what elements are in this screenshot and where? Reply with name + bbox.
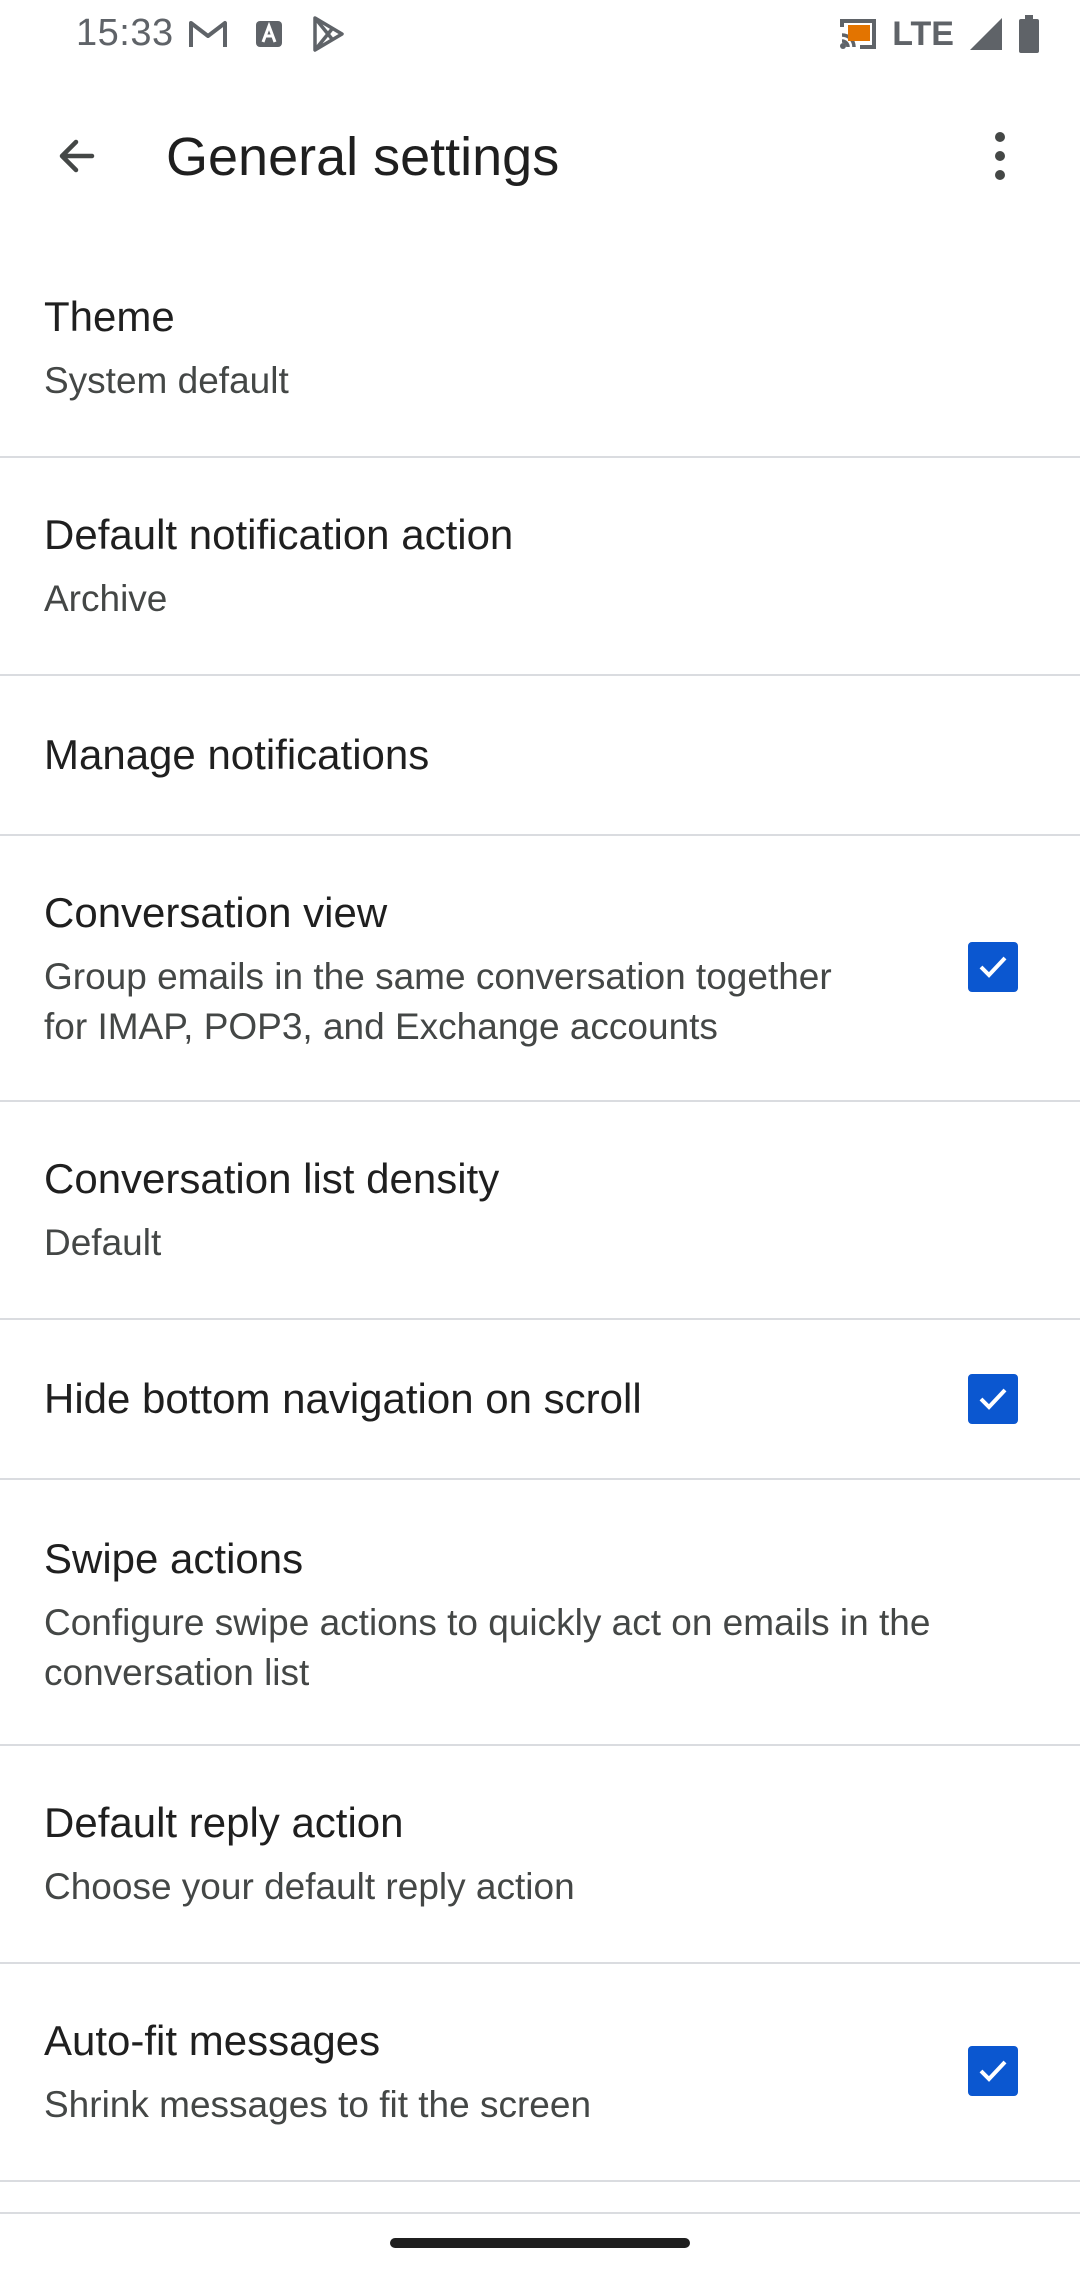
play-store-icon: [313, 16, 344, 52]
setting-title: Conversation view: [44, 889, 388, 936]
setting-subtitle: System default: [44, 360, 289, 401]
setting-theme[interactable]: Theme System default: [0, 238, 1080, 458]
setting-title: Swipe actions: [44, 1535, 304, 1582]
setting-title: Auto-fit messages: [44, 2017, 381, 2064]
arrow-back-icon: [59, 139, 95, 173]
status-bar: 15:33 LTE: [0, 0, 1080, 70]
status-time: 15:33: [76, 12, 174, 54]
setting-conversation-view[interactable]: Conversation view Group emails in the sa…: [0, 836, 1080, 1102]
setting-title: Default reply action: [44, 1799, 404, 1846]
gmail-icon: [189, 21, 227, 47]
setting-conversation-list-density[interactable]: Conversation list density Default: [0, 1102, 1080, 1320]
setting-title: Hide bottom navigation on scroll: [44, 1375, 642, 1422]
conversation-view-checkbox[interactable]: [968, 942, 1018, 992]
setting-subtitle-line: Group emails in the same conversation to…: [44, 956, 832, 997]
status-left-icons: [188, 14, 346, 54]
setting-swipe-actions[interactable]: Swipe actions Configure swipe actions to…: [0, 1480, 1080, 1746]
setting-subtitle-line: Configure swipe actions to quickly act o…: [44, 1602, 931, 1643]
app-bar: General settings: [0, 70, 1080, 238]
overflow-menu-button[interactable]: [960, 116, 1040, 196]
setting-default-reply-action[interactable]: Default reply action Choose your default…: [0, 1746, 1080, 1964]
check-icon: [979, 956, 1007, 978]
home-indicator[interactable]: [390, 2238, 690, 2248]
auto-fit-messages-checkbox[interactable]: [968, 2046, 1018, 2096]
setting-subtitle: Default: [44, 1222, 162, 1263]
setting-title: Conversation list density: [44, 1155, 500, 1202]
setting-subtitle: Shrink messages to fit the screen: [44, 2084, 592, 2125]
setting-auto-fit-messages[interactable]: Auto-fit messages Shrink messages to fit…: [0, 1964, 1080, 2182]
hide-bottom-navigation-checkbox[interactable]: [968, 1374, 1018, 1424]
status-right-icons: LTE: [838, 12, 1040, 56]
setting-subtitle-line: conversation list: [44, 1652, 310, 1693]
battery-icon: [1019, 15, 1039, 53]
signal-icon: [970, 18, 1002, 50]
settings-list: Theme System default Default notificatio…: [0, 238, 1080, 2214]
setting-subtitle: Archive: [44, 578, 168, 619]
back-button[interactable]: [36, 116, 116, 196]
setting-manage-notifications[interactable]: Manage notifications: [0, 676, 1080, 836]
check-icon: [979, 1388, 1007, 1410]
network-type: LTE: [892, 14, 954, 53]
page-title: General settings: [166, 127, 560, 187]
setting-title: Theme: [44, 293, 175, 340]
setting-subtitle: Choose your default reply action: [44, 1866, 575, 1907]
setting-partial-next: [0, 2182, 1080, 2214]
more-vert-icon: [995, 132, 1005, 180]
setting-title: Default notification action: [44, 511, 514, 558]
setting-subtitle-line: for IMAP, POP3, and Exchange accounts: [44, 1006, 718, 1047]
check-icon: [979, 2060, 1007, 2082]
cast-icon: [840, 19, 877, 49]
text-a-icon: [256, 21, 282, 47]
setting-default-notification-action[interactable]: Default notification action Archive: [0, 458, 1080, 676]
setting-title: Manage notifications: [44, 731, 430, 778]
setting-hide-bottom-navigation[interactable]: Hide bottom navigation on scroll: [0, 1320, 1080, 1480]
